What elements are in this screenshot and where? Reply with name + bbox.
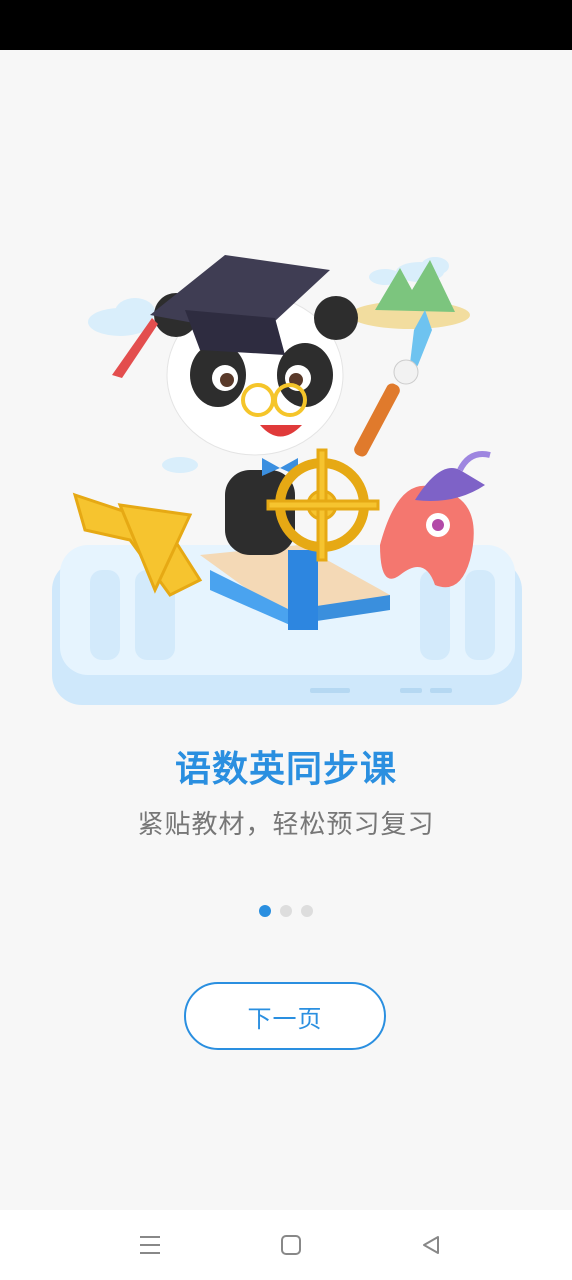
system-navigation-bar — [0, 1210, 572, 1280]
back-triangle-icon[interactable] — [416, 1230, 446, 1260]
page-subtitle: 紧贴教材，轻松预习复习 — [137, 810, 435, 840]
next-page-button[interactable]: 下一页 — [184, 982, 386, 1050]
menu-icon[interactable] — [135, 1230, 165, 1260]
page-dot — [301, 905, 313, 917]
status-bar — [0, 0, 572, 50]
page-indicator — [0, 905, 572, 917]
page-dot — [280, 905, 292, 917]
page-dot-active — [259, 905, 271, 917]
home-square-icon[interactable] — [276, 1230, 306, 1260]
brush-icon — [354, 359, 419, 457]
page-title: 语数英同步课 — [174, 749, 397, 790]
panda-illustration — [52, 255, 522, 705]
